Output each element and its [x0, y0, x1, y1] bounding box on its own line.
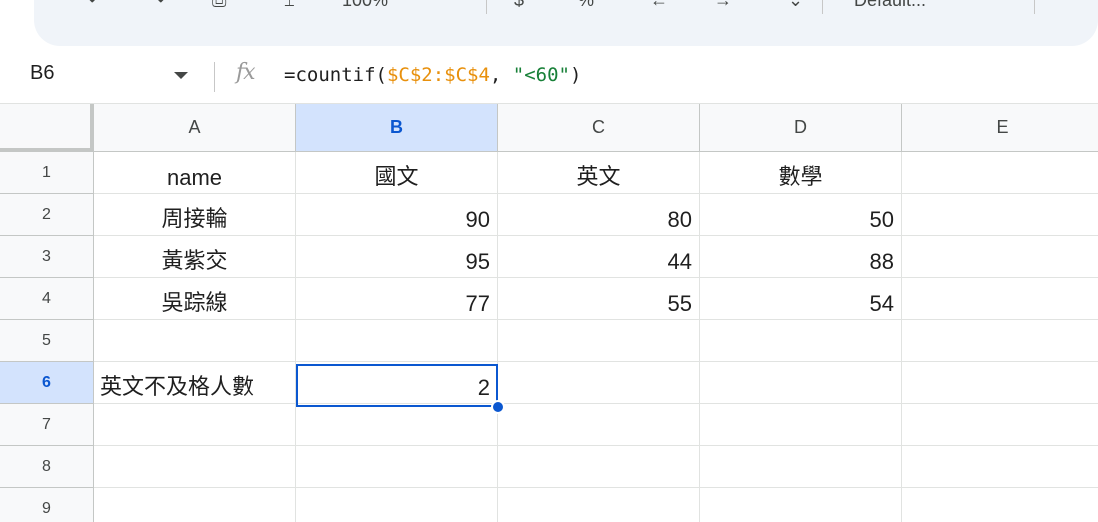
cell-b6[interactable]: 2: [296, 362, 498, 404]
toolbar: ↶ ↷ ⎙ ⌶ 100% $ % ← → ⌄ Default...: [0, 0, 1098, 48]
row-header-9[interactable]: 9: [0, 488, 94, 522]
column-header-c[interactable]: C: [498, 104, 700, 152]
formula-bar-divider: [214, 62, 215, 92]
cell-b9[interactable]: [296, 488, 498, 522]
cell-c2[interactable]: 80: [498, 194, 700, 236]
name-box-dropdown-icon[interactable]: [174, 72, 188, 79]
toolbar-divider: [486, 0, 487, 14]
cell-d9[interactable]: [700, 488, 902, 522]
formula-range: $C$2:$C$4: [386, 64, 490, 86]
cell-e2[interactable]: [902, 194, 1098, 236]
cell-d6[interactable]: [700, 362, 902, 404]
cell-e4[interactable]: [902, 278, 1098, 320]
toolbar-divider: [1034, 0, 1035, 14]
cell-a8[interactable]: [94, 446, 296, 488]
font-select[interactable]: Default...: [854, 0, 926, 11]
cell-b5[interactable]: [296, 320, 498, 362]
toolbar-divider: [822, 0, 823, 14]
cell-a6[interactable]: 英文不及格人數: [94, 362, 296, 404]
cell-b3[interactable]: 95: [296, 236, 498, 278]
cell-e8[interactable]: [902, 446, 1098, 488]
row-header-5[interactable]: 5: [0, 320, 94, 362]
select-all-corner[interactable]: [0, 104, 94, 152]
column-header-a[interactable]: A: [94, 104, 296, 152]
cell-c6[interactable]: [498, 362, 700, 404]
cell-d5[interactable]: [700, 320, 902, 362]
formula-prefix: =countif(: [284, 64, 387, 86]
formula-bar: B6 fx =countif($C$2:$C$4, "<60"): [0, 48, 1098, 104]
cell-e1[interactable]: [902, 152, 1098, 194]
cell-e6[interactable]: [902, 362, 1098, 404]
spreadsheet-grid: A B C D E 1 name 國文 英文 數學 2 周接輪 90 80 50…: [0, 104, 1098, 522]
currency-button[interactable]: $: [514, 0, 524, 11]
cell-a4[interactable]: 吳踪線: [94, 278, 296, 320]
paint-format-icon[interactable]: ⌶: [284, 0, 295, 11]
cell-d7[interactable]: [700, 404, 902, 446]
formula-separator: ,: [489, 64, 513, 86]
column-header-d[interactable]: D: [700, 104, 902, 152]
cell-c9[interactable]: [498, 488, 700, 522]
row-header-8[interactable]: 8: [0, 446, 94, 488]
cell-b8[interactable]: [296, 446, 498, 488]
fill-handle[interactable]: [491, 400, 505, 414]
cell-a7[interactable]: [94, 404, 296, 446]
row-header-6[interactable]: 6: [0, 362, 94, 404]
row-header-2[interactable]: 2: [0, 194, 94, 236]
cell-a5[interactable]: [94, 320, 296, 362]
row-header-7[interactable]: 7: [0, 404, 94, 446]
cell-a3[interactable]: 黃紫交: [94, 236, 296, 278]
cell-c8[interactable]: [498, 446, 700, 488]
more-formats-icon[interactable]: ⌄: [788, 0, 803, 11]
cell-c4[interactable]: 55: [498, 278, 700, 320]
decrease-decimal-icon[interactable]: ←: [650, 0, 668, 11]
cell-a2[interactable]: 周接輪: [94, 194, 296, 236]
cell-d4[interactable]: 54: [700, 278, 902, 320]
row-header-1[interactable]: 1: [0, 152, 94, 194]
formula-suffix: ): [570, 64, 582, 86]
cell-b4[interactable]: 77: [296, 278, 498, 320]
column-header-b[interactable]: B: [296, 104, 498, 152]
cell-a1[interactable]: name: [94, 152, 296, 194]
zoom-select[interactable]: 100%: [342, 0, 388, 11]
row-header-4[interactable]: 4: [0, 278, 94, 320]
formula-input[interactable]: =countif($C$2:$C$4, "<60"): [284, 64, 581, 86]
cell-c1[interactable]: 英文: [498, 152, 700, 194]
row-header-3[interactable]: 3: [0, 236, 94, 278]
increase-decimal-icon[interactable]: →: [714, 0, 732, 11]
redo-icon[interactable]: ↷: [150, 0, 165, 11]
fx-icon: fx: [236, 60, 256, 85]
cell-a9[interactable]: [94, 488, 296, 522]
print-icon[interactable]: ⎙: [212, 0, 226, 11]
cell-d3[interactable]: 88: [700, 236, 902, 278]
percent-button[interactable]: %: [578, 0, 594, 11]
cell-d1[interactable]: 數學: [700, 152, 902, 194]
cell-e7[interactable]: [902, 404, 1098, 446]
cell-c3[interactable]: 44: [498, 236, 700, 278]
cell-d8[interactable]: [700, 446, 902, 488]
name-box[interactable]: B6: [30, 62, 54, 85]
cell-d2[interactable]: 50: [700, 194, 902, 236]
undo-icon[interactable]: ↶: [88, 0, 103, 11]
cell-b2[interactable]: 90: [296, 194, 498, 236]
column-header-e[interactable]: E: [902, 104, 1098, 152]
cell-e9[interactable]: [902, 488, 1098, 522]
cell-c7[interactable]: [498, 404, 700, 446]
cell-e5[interactable]: [902, 320, 1098, 362]
formula-criteria: "<60": [512, 64, 570, 86]
toolbar-background: [34, 0, 1098, 46]
cell-e3[interactable]: [902, 236, 1098, 278]
cell-b7[interactable]: [296, 404, 498, 446]
cell-c5[interactable]: [498, 320, 700, 362]
cell-b1[interactable]: 國文: [296, 152, 498, 194]
